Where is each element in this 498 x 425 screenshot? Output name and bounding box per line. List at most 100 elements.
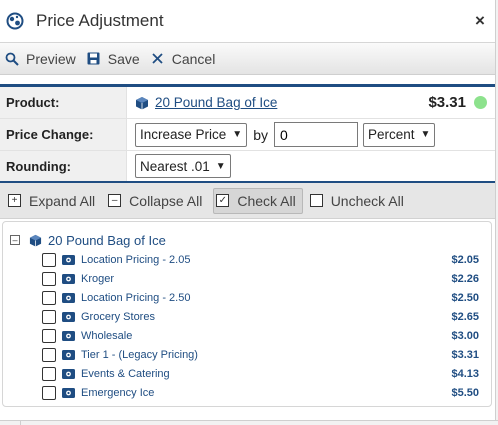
item-label: Location Pricing - 2.05 xyxy=(81,253,191,266)
rounding-value: Nearest .01 ▼ xyxy=(127,151,495,181)
check-all-label: Check All xyxy=(237,192,296,209)
money-icon xyxy=(62,311,75,322)
item-label: Grocery Stores xyxy=(81,310,155,323)
money-icon xyxy=(62,349,75,360)
search-icon xyxy=(4,51,20,67)
money-icon xyxy=(62,292,75,303)
price-change-label: Price Change: xyxy=(0,119,127,150)
money-icon xyxy=(62,273,75,284)
tree-root: – 20 Pound Bag of Ice xyxy=(3,230,491,250)
uncheck-all-button[interactable]: Uncheck All xyxy=(308,188,410,214)
floppy-icon xyxy=(86,51,102,67)
item-checkbox[interactable] xyxy=(42,309,56,324)
price-direction-select[interactable]: Increase Price ▼ xyxy=(135,122,248,147)
price-change-row: Price Change: Increase Price ▼ by Percen… xyxy=(0,119,495,151)
price-change-value: Increase Price ▼ by Percent ▼ xyxy=(127,119,495,150)
minus-box-icon: – xyxy=(108,194,122,207)
item-price: $3.31 xyxy=(451,348,479,361)
cube-icon xyxy=(135,96,149,110)
tree-items: Location Pricing - 2.05 $2.05 Kroger $2.26 L… xyxy=(3,250,491,402)
empty-box-icon xyxy=(309,194,323,207)
dialog-title: Price Adjustment xyxy=(36,11,164,30)
plus-box-icon: + xyxy=(8,194,21,207)
save-button[interactable]: Save xyxy=(86,51,140,67)
item-checkbox[interactable] xyxy=(42,347,56,362)
item-price: $2.50 xyxy=(451,291,479,304)
preview-button[interactable]: Preview xyxy=(4,51,76,67)
item-label: Tier 1 - (Legacy Pricing) xyxy=(81,348,198,361)
item-checkbox[interactable] xyxy=(42,252,56,267)
item-label: Wholesale xyxy=(81,329,133,342)
product-value: 20 Pound Bag of Ice $3.31 xyxy=(127,87,495,118)
list-item[interactable]: Events & Catering $4.13 xyxy=(3,364,491,383)
preview-label: Preview xyxy=(26,50,76,67)
item-price: $3.00 xyxy=(451,329,479,342)
list-item[interactable]: Kroger $2.26 xyxy=(3,269,491,288)
item-price: $2.05 xyxy=(451,253,479,266)
list-item[interactable]: Wholesale $3.00 xyxy=(3,326,491,345)
item-checkbox[interactable] xyxy=(42,290,56,305)
checked-box-icon: ✓ xyxy=(216,194,230,207)
expand-all-button[interactable]: + Expand All xyxy=(6,188,101,214)
item-price: $2.26 xyxy=(451,272,479,285)
collapse-toggle-icon[interactable]: – xyxy=(10,235,20,245)
cancel-label: Cancel xyxy=(171,50,216,67)
money-icon xyxy=(62,254,75,265)
list-item[interactable]: Grocery Stores $2.65 xyxy=(3,307,491,326)
product-price: $3.31 xyxy=(428,94,466,111)
item-price: $2.65 xyxy=(451,310,479,323)
adjustment-form: Product: 20 Pound Bag of Ice $3.31 Price… xyxy=(0,84,495,183)
item-checkbox[interactable] xyxy=(42,385,56,400)
rounding-label: Rounding: xyxy=(0,151,127,181)
expand-all-label: Expand All xyxy=(29,192,96,209)
collapse-all-label: Collapse All xyxy=(129,192,203,209)
item-price: $4.13 xyxy=(451,367,479,380)
chevron-down-icon: ▼ xyxy=(232,129,243,140)
chevron-down-icon: ▼ xyxy=(420,129,431,140)
save-label: Save xyxy=(107,50,140,67)
amount-unit-value: Percent xyxy=(368,127,415,142)
cube-icon xyxy=(29,234,42,247)
product-link[interactable]: 20 Pound Bag of Ice xyxy=(135,95,277,110)
chevron-down-icon: ▼ xyxy=(215,160,226,172)
close-icon[interactable]: × xyxy=(465,11,495,31)
product-name: 20 Pound Bag of Ice xyxy=(155,95,278,110)
item-label: Kroger xyxy=(81,272,115,285)
rounding-row: Rounding: Nearest .01 ▼ xyxy=(0,151,495,181)
product-row: Product: 20 Pound Bag of Ice $3.31 xyxy=(0,87,495,119)
money-icon xyxy=(62,330,75,341)
rounding-select[interactable]: Nearest .01 ▼ xyxy=(135,154,231,178)
list-item[interactable]: Location Pricing - 2.50 $2.50 xyxy=(3,288,491,307)
uncheck-all-label: Uncheck All xyxy=(330,192,404,209)
page-bottom-edge xyxy=(0,420,498,425)
tree-toolbar: + Expand All – Collapse All ✓ Check All … xyxy=(0,183,495,219)
item-checkbox[interactable] xyxy=(42,271,56,286)
rounding-select-value: Nearest .01 xyxy=(140,158,210,174)
list-item[interactable]: Location Pricing - 2.05 $2.05 xyxy=(3,250,491,269)
tree-root-label: 20 Pound Bag of Ice xyxy=(48,232,166,248)
amount-input[interactable] xyxy=(274,122,358,147)
check-all-button[interactable]: ✓ Check All xyxy=(213,187,303,214)
price-adjustment-dialog: Price Adjustment × Preview Save Cancel P… xyxy=(0,0,496,425)
price-direction-value: Increase Price xyxy=(140,127,227,142)
item-checkbox[interactable] xyxy=(42,366,56,381)
dialog-titlebar: Price Adjustment × xyxy=(0,0,495,42)
price-level-tree: – 20 Pound Bag of Ice Location Pricing -… xyxy=(2,221,492,407)
money-icon xyxy=(62,368,75,379)
amount-unit-select[interactable]: Percent ▼ xyxy=(363,122,436,147)
action-toolbar: Preview Save Cancel xyxy=(0,42,495,75)
status-dot xyxy=(474,96,487,109)
globe-icon xyxy=(6,12,24,30)
collapse-all-button[interactable]: – Collapse All xyxy=(106,188,208,214)
cancel-button[interactable]: Cancel xyxy=(150,50,216,67)
bottom-divider xyxy=(20,421,21,425)
item-label: Location Pricing - 2.50 xyxy=(81,291,191,304)
close-icon xyxy=(150,51,166,67)
product-label: Product: xyxy=(0,87,127,118)
item-checkbox[interactable] xyxy=(42,328,56,343)
list-item[interactable]: Tier 1 - (Legacy Pricing) $3.31 xyxy=(3,345,491,364)
list-item[interactable]: Emergency Ice $5.50 xyxy=(3,383,491,402)
item-label: Emergency Ice xyxy=(81,386,155,399)
item-label: Events & Catering xyxy=(81,367,170,380)
item-price: $5.50 xyxy=(451,386,479,399)
